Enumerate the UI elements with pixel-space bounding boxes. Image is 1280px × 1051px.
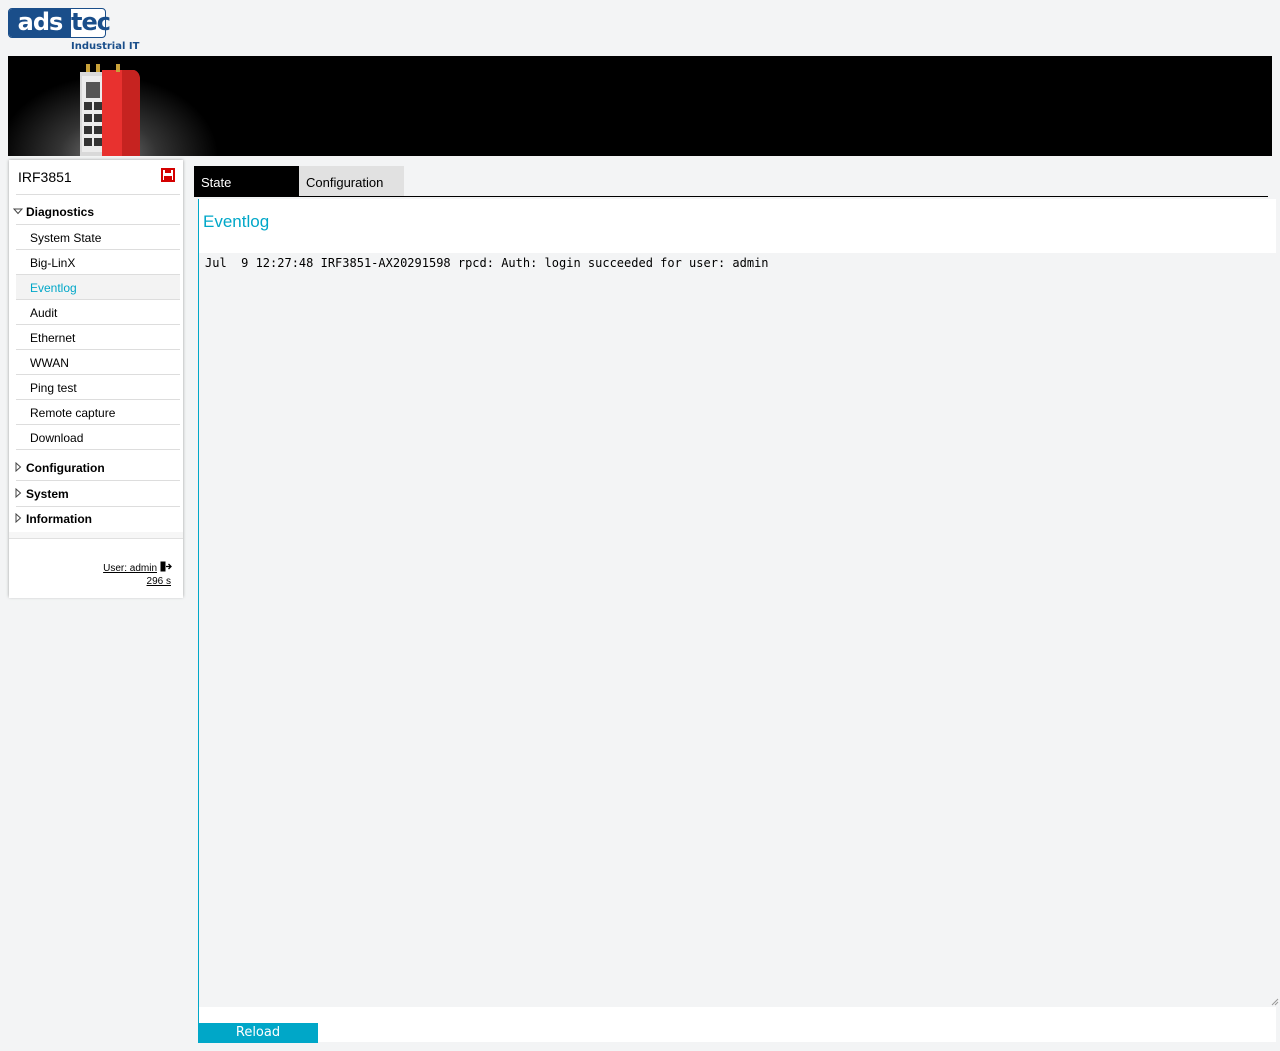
sidebar-item-ethernet[interactable]: Ethernet xyxy=(16,325,180,350)
log-line: Jul 9 12:27:48 IRF3851-AX20291598 rpcd: … xyxy=(205,256,769,270)
sidebar: IRF3851 Diagnostics System State Big-Lin… xyxy=(9,160,183,598)
sidebar-item-remote-capture[interactable]: Remote capture xyxy=(16,400,180,425)
reload-button[interactable]: Reload xyxy=(198,1023,318,1043)
nav-group-label: Information xyxy=(26,512,92,526)
router-device-image xyxy=(80,64,140,156)
tab-state[interactable]: State xyxy=(194,166,299,196)
logo-tec-text: tec xyxy=(71,8,111,36)
tab-underline xyxy=(194,196,1268,197)
nav-group-diagnostics[interactable]: Diagnostics xyxy=(9,200,181,224)
user-link[interactable]: User: admin xyxy=(103,563,157,574)
logo-ads-text: ads xyxy=(9,9,71,37)
divider xyxy=(16,194,180,195)
sidebar-item-label: Ethernet xyxy=(30,331,76,345)
adstec-logo: ads tec Industrial IT xyxy=(8,8,140,54)
sidebar-item-wwan[interactable]: WWAN xyxy=(16,350,180,375)
sidebar-item-label: Remote capture xyxy=(30,406,116,420)
sidebar-item-label: Eventlog xyxy=(30,281,77,295)
divider xyxy=(16,480,180,481)
chevron-right-icon xyxy=(15,513,22,523)
sidebar-item-download[interactable]: Download xyxy=(16,425,180,450)
resize-handle-icon[interactable] xyxy=(1271,998,1279,1006)
nav-group-label: System xyxy=(26,487,69,501)
sidebar-item-big-linx[interactable]: Big-LinX xyxy=(16,250,180,275)
logo-tagline: Industrial IT xyxy=(71,41,140,52)
tab-label: State xyxy=(201,175,232,190)
nav-group-system[interactable]: System xyxy=(9,482,181,506)
eventlog-textarea[interactable]: Jul 9 12:27:48 IRF3851-AX20291598 rpcd: … xyxy=(199,253,1280,1007)
sidebar-item-label: Download xyxy=(30,431,84,445)
nav-group-information[interactable]: Information xyxy=(9,507,181,531)
sidebar-item-label: Audit xyxy=(30,306,58,320)
sidebar-item-audit[interactable]: Audit xyxy=(16,300,180,325)
session-timer: 296 s xyxy=(146,576,171,587)
panel-header: Eventlog xyxy=(199,199,1276,253)
nav-group-label: Configuration xyxy=(26,461,105,475)
header-banner xyxy=(8,56,1272,156)
panel-footer xyxy=(199,1007,1276,1042)
nav-group-configuration[interactable]: Configuration xyxy=(9,456,181,480)
sidebar-item-label: WWAN xyxy=(30,356,69,370)
sidebar-item-system-state[interactable]: System State xyxy=(16,225,180,250)
logo-box: ads tec xyxy=(8,8,111,38)
device-name: IRF3851 xyxy=(18,169,72,185)
sidebar-item-ping-test[interactable]: Ping test xyxy=(16,375,180,400)
chevron-right-icon xyxy=(15,488,22,498)
tab-configuration[interactable]: Configuration xyxy=(299,166,404,196)
nav-group-label: Diagnostics xyxy=(26,205,95,219)
chevron-down-icon xyxy=(13,208,23,215)
chevron-right-icon xyxy=(15,462,22,472)
sidebar-item-eventlog[interactable]: Eventlog xyxy=(16,275,180,300)
sidebar-item-label: Big-LinX xyxy=(30,256,76,270)
tab-label: Configuration xyxy=(306,175,384,190)
sidebar-item-label: System State xyxy=(30,231,102,245)
sidebar-item-label: Ping test xyxy=(30,381,77,395)
logout-icon[interactable] xyxy=(160,561,172,572)
sidebar-header: IRF3851 xyxy=(9,160,183,195)
save-icon[interactable] xyxy=(161,168,175,182)
page-title: Eventlog xyxy=(203,212,270,231)
